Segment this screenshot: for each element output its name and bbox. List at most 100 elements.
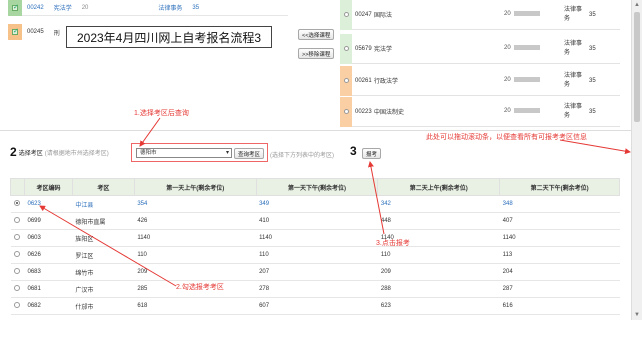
region-name: 广汉市 (72, 280, 135, 298)
day1-pm: 110 (256, 246, 378, 264)
row-radio[interactable] (10, 246, 25, 264)
region-code: 0683 (24, 263, 73, 281)
annotation-scroll-tip: 此处可以拖动滚动条，以便查看所有可报考考区信息 (426, 134, 587, 141)
list-item[interactable]: 00242 宪法学 20 法律事务 35 (8, 0, 288, 16)
course-name: 宪法学 (53, 6, 72, 12)
row-checkbox[interactable] (8, 24, 22, 40)
course-code: 00245 (27, 29, 44, 35)
course-code: 00261 (355, 77, 372, 84)
column-header: 第一天上午(剩余考位) (133, 178, 257, 196)
course-type: 法律事务 (158, 6, 183, 12)
day2-pm: 204 (499, 263, 620, 281)
vertical-scrollbar[interactable]: ▲ ▼ (631, 0, 642, 320)
region-code: 0603 (24, 229, 73, 247)
city-select-value: 德阳市 (140, 150, 157, 156)
course-date: 20 (504, 11, 564, 18)
row-checkbox[interactable] (8, 0, 22, 16)
course-type: 法律事务 (564, 40, 583, 56)
day2-am: 342 (377, 195, 500, 213)
table-row[interactable]: 0626 罗江区 110 110 110 113 (10, 246, 620, 264)
course-code: 00223 (355, 108, 372, 115)
course-date: 20 (81, 4, 89, 11)
course-code: 00247 (355, 11, 372, 18)
register-button[interactable]: 报考 (362, 148, 382, 159)
day2-am: 110 (377, 246, 500, 264)
day1-pm: 349 (256, 195, 378, 213)
region-name: 旌阳区 (72, 229, 135, 247)
table-row[interactable]: 0681 广汉市 285 278 288 287 (10, 280, 620, 298)
day1-am: 426 (134, 212, 257, 230)
day2-am: 448 (377, 212, 500, 230)
row-radio[interactable] (10, 297, 25, 315)
day2-pm: 113 (499, 246, 620, 264)
exam-region-table: 考区编码 考区 第一天上午(剩余考位) 第一天下午(剩余考位) 第二天上午(剩余… (10, 178, 620, 315)
row-radio[interactable] (10, 195, 25, 213)
day2-pm: 1140 (499, 229, 620, 247)
annotation-step1: 1.选择考区后查询 (134, 110, 189, 117)
list-item[interactable]: 00247 国际法 20 法律事务 35 (340, 0, 620, 30)
course-code: 00242 (27, 4, 44, 11)
step2-hint: (请根据地市州选择考区) (44, 150, 109, 157)
region-code: 0699 (24, 212, 73, 230)
step2-bar: 2 选择考区 (请根据地市州选择考区) (10, 144, 109, 160)
step2-number: 2 (10, 145, 17, 159)
day1-am: 110 (134, 246, 257, 264)
day1-pm: 278 (256, 280, 378, 298)
course-name: 中国法制史 (374, 110, 405, 116)
remove-course-button[interactable]: >>移除课程 (298, 48, 335, 59)
list-item[interactable]: 05679 宪法学 20 法律事务 35 (340, 33, 620, 64)
day2-pm: 407 (499, 212, 620, 230)
select-course-button[interactable]: <<选择课程 (298, 29, 335, 40)
table-row[interactable]: 0699 德阳市直属 426 410 448 407 (10, 212, 620, 230)
day2-pm: 616 (499, 297, 620, 315)
annotation-step3: 3.点击报考 (376, 240, 410, 247)
region-name: 德阳市直属 (72, 212, 135, 230)
registration-page: 00242 宪法学 20 法律事务 35 00245 刑 2023年4月四川网上… (0, 0, 643, 337)
city-select[interactable]: 德阳市 ▾ (136, 148, 232, 158)
step3-number: 3 (350, 144, 357, 158)
region-code: 0681 (24, 280, 73, 298)
course-date: 20 (504, 45, 564, 52)
day2-am: 209 (377, 263, 500, 281)
day1-pm: 607 (256, 297, 378, 315)
row-radio[interactable] (340, 33, 352, 64)
day2-pm: 287 (499, 280, 620, 298)
course-credit: 35 (589, 11, 596, 18)
region-name: 罗江区 (72, 246, 135, 264)
course-name: 行政法学 (374, 79, 399, 85)
scroll-thumb[interactable] (634, 12, 640, 122)
row-radio[interactable] (10, 263, 25, 281)
column-header: 第一天下午(剩余考位) (255, 178, 379, 196)
radio-header (10, 178, 25, 196)
day1-pm: 207 (256, 263, 378, 281)
row-radio[interactable] (340, 65, 352, 96)
row-radio[interactable] (340, 0, 352, 30)
table-row[interactable]: 0682 什邡市 618 607 623 616 (10, 297, 620, 315)
region-name: 绵竹市 (72, 263, 135, 281)
day1-am: 1140 (134, 229, 257, 247)
row-radio[interactable] (340, 96, 352, 127)
column-header: 第二天下午(剩余考位) (499, 178, 620, 196)
column-header: 考区 (71, 178, 135, 196)
overlay-title: 2023年4月四川网上自考报名流程3 (66, 26, 272, 48)
course-name: 宪法学 (374, 47, 393, 53)
day1-am: 618 (134, 297, 257, 315)
region-code: 0682 (24, 297, 73, 315)
table-row[interactable]: 0623 中江县 354 349 342 348 (10, 195, 620, 213)
scroll-down-icon[interactable]: ▼ (632, 310, 642, 320)
chevron-down-icon: ▾ (225, 150, 229, 156)
arrow-step1 (139, 117, 161, 147)
table-row[interactable]: 0603 旌阳区 1140 1140 1140 1140 (10, 229, 620, 247)
day1-pm: 1140 (256, 229, 378, 247)
list-item[interactable]: 00223 中国法制史 20 法律事务 35 (340, 96, 620, 127)
row-radio[interactable] (10, 280, 25, 298)
section-divider (0, 130, 631, 131)
row-radio[interactable] (10, 212, 25, 230)
table-row[interactable]: 0683 绵竹市 209 207 209 204 (10, 263, 620, 281)
list-item[interactable]: 00261 行政法学 20 法律事务 35 (340, 65, 620, 96)
scroll-up-icon[interactable]: ▲ (632, 0, 642, 10)
query-region-button[interactable]: 查询考区 (234, 148, 265, 159)
table-header: 考区编码 考区 第一天上午(剩余考位) 第一天下午(剩余考位) 第二天上午(剩余… (10, 178, 620, 196)
row-radio[interactable] (10, 229, 25, 247)
course-type: 法律事务 (564, 72, 583, 88)
